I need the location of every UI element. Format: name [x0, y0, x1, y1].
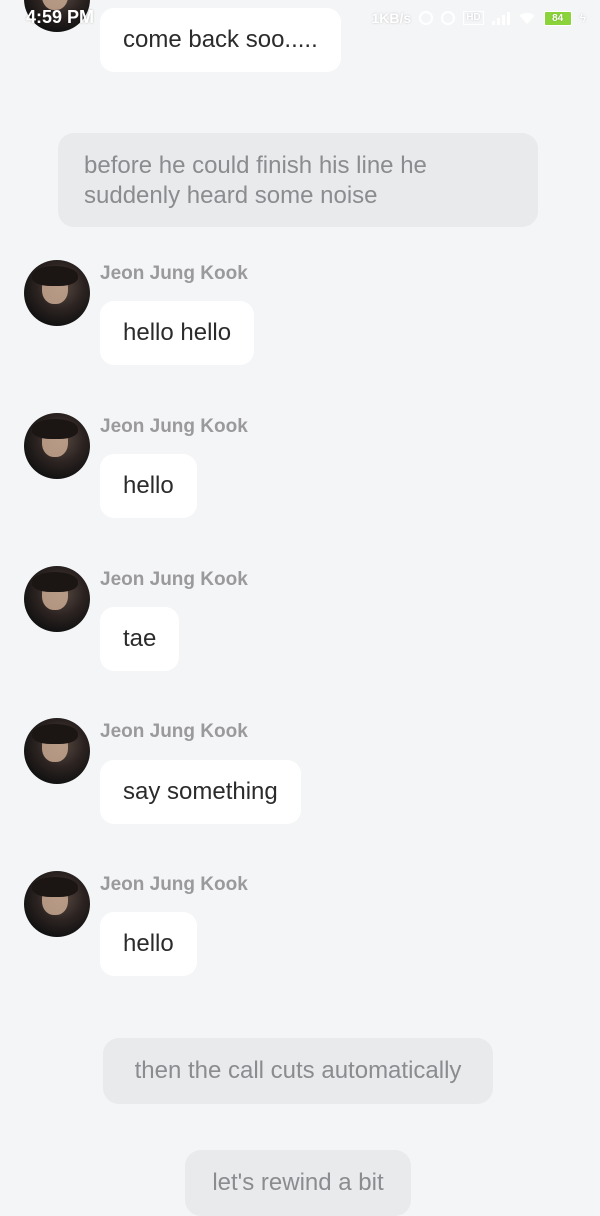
sender-name: Jeon Jung Kook	[100, 263, 248, 284]
narration-text: let's rewind a bit	[212, 1169, 384, 1196]
narration-text: then the call cuts automatically	[134, 1057, 462, 1084]
message-bubble[interactable]: tae	[100, 607, 180, 671]
narration-bubble: let's rewind a bit	[185, 1150, 411, 1216]
sender-name: Jeon Jung Kook	[100, 721, 248, 742]
message-bubble[interactable]: hello	[100, 912, 197, 976]
avatar[interactable]	[24, 260, 90, 326]
message-bubble[interactable]: say something	[100, 760, 301, 824]
narration-text: before he could finish his line he sudde…	[84, 152, 427, 209]
avatar[interactable]	[24, 871, 90, 937]
message-bubble[interactable]: hello	[100, 454, 197, 518]
sender-name: Jeon Jung Kook	[100, 569, 248, 590]
sender-name: Jeon Jung Kook	[100, 416, 248, 437]
avatar[interactable]	[24, 718, 90, 784]
message-bubble[interactable]: hello hello	[100, 301, 255, 365]
avatar[interactable]	[24, 413, 90, 479]
narration-bubble: before he could finish his line he sudde…	[58, 133, 538, 227]
message-bubble[interactable]: come back soo.....	[100, 8, 341, 72]
chat-thread[interactable]: come back soo..... before he could finis…	[0, 0, 600, 1216]
sender-name: Jeon Jung Kook	[100, 874, 248, 895]
narration-bubble: then the call cuts automatically	[103, 1038, 493, 1104]
avatar[interactable]	[24, 566, 90, 632]
avatar[interactable]	[24, 0, 90, 32]
